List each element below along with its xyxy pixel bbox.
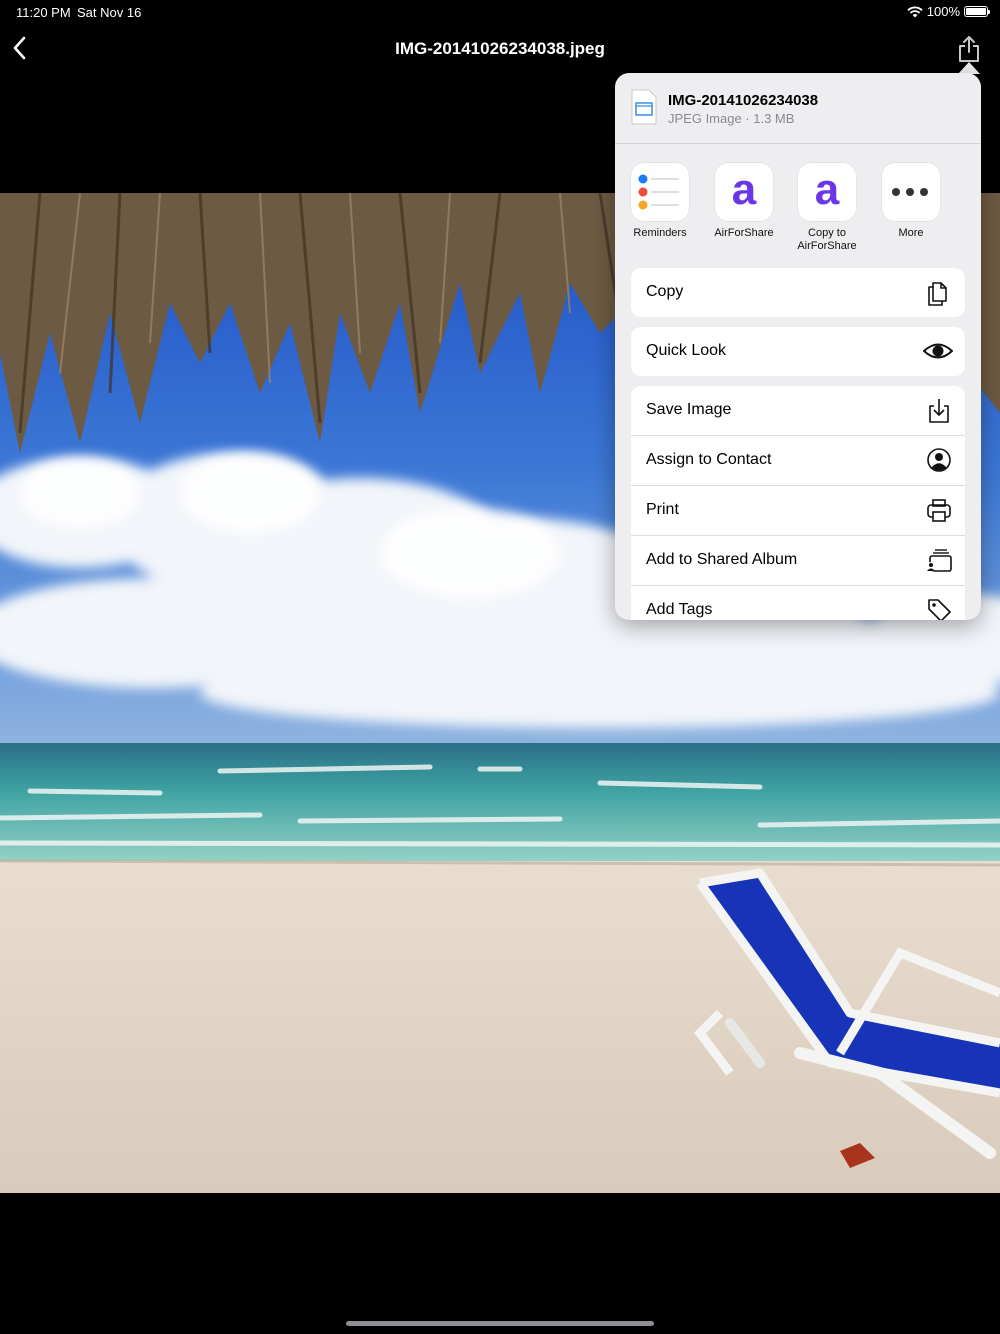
- action-label: Print: [646, 501, 679, 518]
- action-assign-to-contact[interactable]: Assign to Contact: [631, 436, 965, 486]
- app-label: Reminders: [633, 227, 687, 239]
- action-label: Quick Look: [646, 342, 727, 359]
- action-add-to-shared-album[interactable]: Add to Shared Album: [631, 536, 965, 586]
- battery-icon: [964, 6, 990, 17]
- shared-album-icon: [926, 549, 952, 572]
- battery-percent: 100%: [926, 4, 960, 19]
- airforshare-icon: a: [715, 163, 773, 221]
- printer-icon: [927, 499, 951, 522]
- app-more[interactable]: More: [869, 163, 953, 240]
- app-label: AirForShare: [714, 227, 774, 239]
- image-file-icon: [631, 89, 657, 125]
- nav-bar: IMG-20141026234038.jpeg: [0, 26, 1000, 70]
- action-group-copy: Copy: [631, 268, 965, 317]
- share-sheet-header: IMG-20141026234038 JPEG Image · 1.3 MB: [615, 73, 981, 144]
- action-label: Assign to Contact: [646, 451, 772, 468]
- status-date: Sat Nov 16: [77, 5, 142, 20]
- status-time: 11:20 PM: [16, 5, 71, 20]
- file-name: IMG-20141026234038: [668, 92, 819, 109]
- file-meta: JPEG Image · 1.3 MB: [668, 111, 795, 126]
- home-indicator[interactable]: [346, 1321, 654, 1326]
- share-icon[interactable]: [955, 34, 983, 64]
- action-group-quicklook: Quick Look: [631, 327, 965, 376]
- status-bar: 11:20 PM Sat Nov 16 100%: [0, 0, 1000, 26]
- share-apps-row: Reminders a AirForShare a Copy to AirFor…: [615, 163, 981, 263]
- action-copy[interactable]: Copy: [631, 268, 965, 317]
- tag-icon: [928, 599, 951, 620]
- contact-icon: [927, 448, 951, 472]
- action-quick-look[interactable]: Quick Look: [631, 327, 965, 376]
- app-label: More: [898, 227, 924, 239]
- app-airforshare[interactable]: a AirForShare: [702, 163, 786, 240]
- action-add-tags[interactable]: Add Tags: [631, 586, 965, 620]
- action-label: Save Image: [646, 401, 732, 418]
- action-print[interactable]: Print: [631, 486, 965, 536]
- app-label: Copy to AirForShare: [797, 227, 857, 252]
- app-reminders[interactable]: Reminders: [618, 163, 702, 240]
- save-icon: [929, 399, 949, 423]
- wifi-icon: [907, 6, 923, 17]
- action-save-image[interactable]: Save Image: [631, 386, 965, 436]
- action-label: Add to Shared Album: [646, 551, 798, 568]
- status-indicators: 100%: [907, 4, 990, 19]
- airforshare-icon: a: [798, 163, 856, 221]
- app-copy-to-airforshare[interactable]: a Copy to AirForShare: [785, 163, 869, 253]
- action-label: Add Tags: [646, 601, 713, 618]
- share-sheet: IMG-20141026234038 JPEG Image · 1.3 MB R…: [615, 73, 981, 620]
- copy-icon: [928, 282, 947, 306]
- action-group-main: Save Image Assign to Contact Print Add t…: [631, 386, 965, 620]
- more-icon: [882, 163, 940, 221]
- nav-title: IMG-20141026234038.jpeg: [395, 39, 605, 58]
- eye-icon: [923, 343, 953, 359]
- action-label: Copy: [646, 283, 684, 300]
- reminders-icon: [631, 163, 689, 221]
